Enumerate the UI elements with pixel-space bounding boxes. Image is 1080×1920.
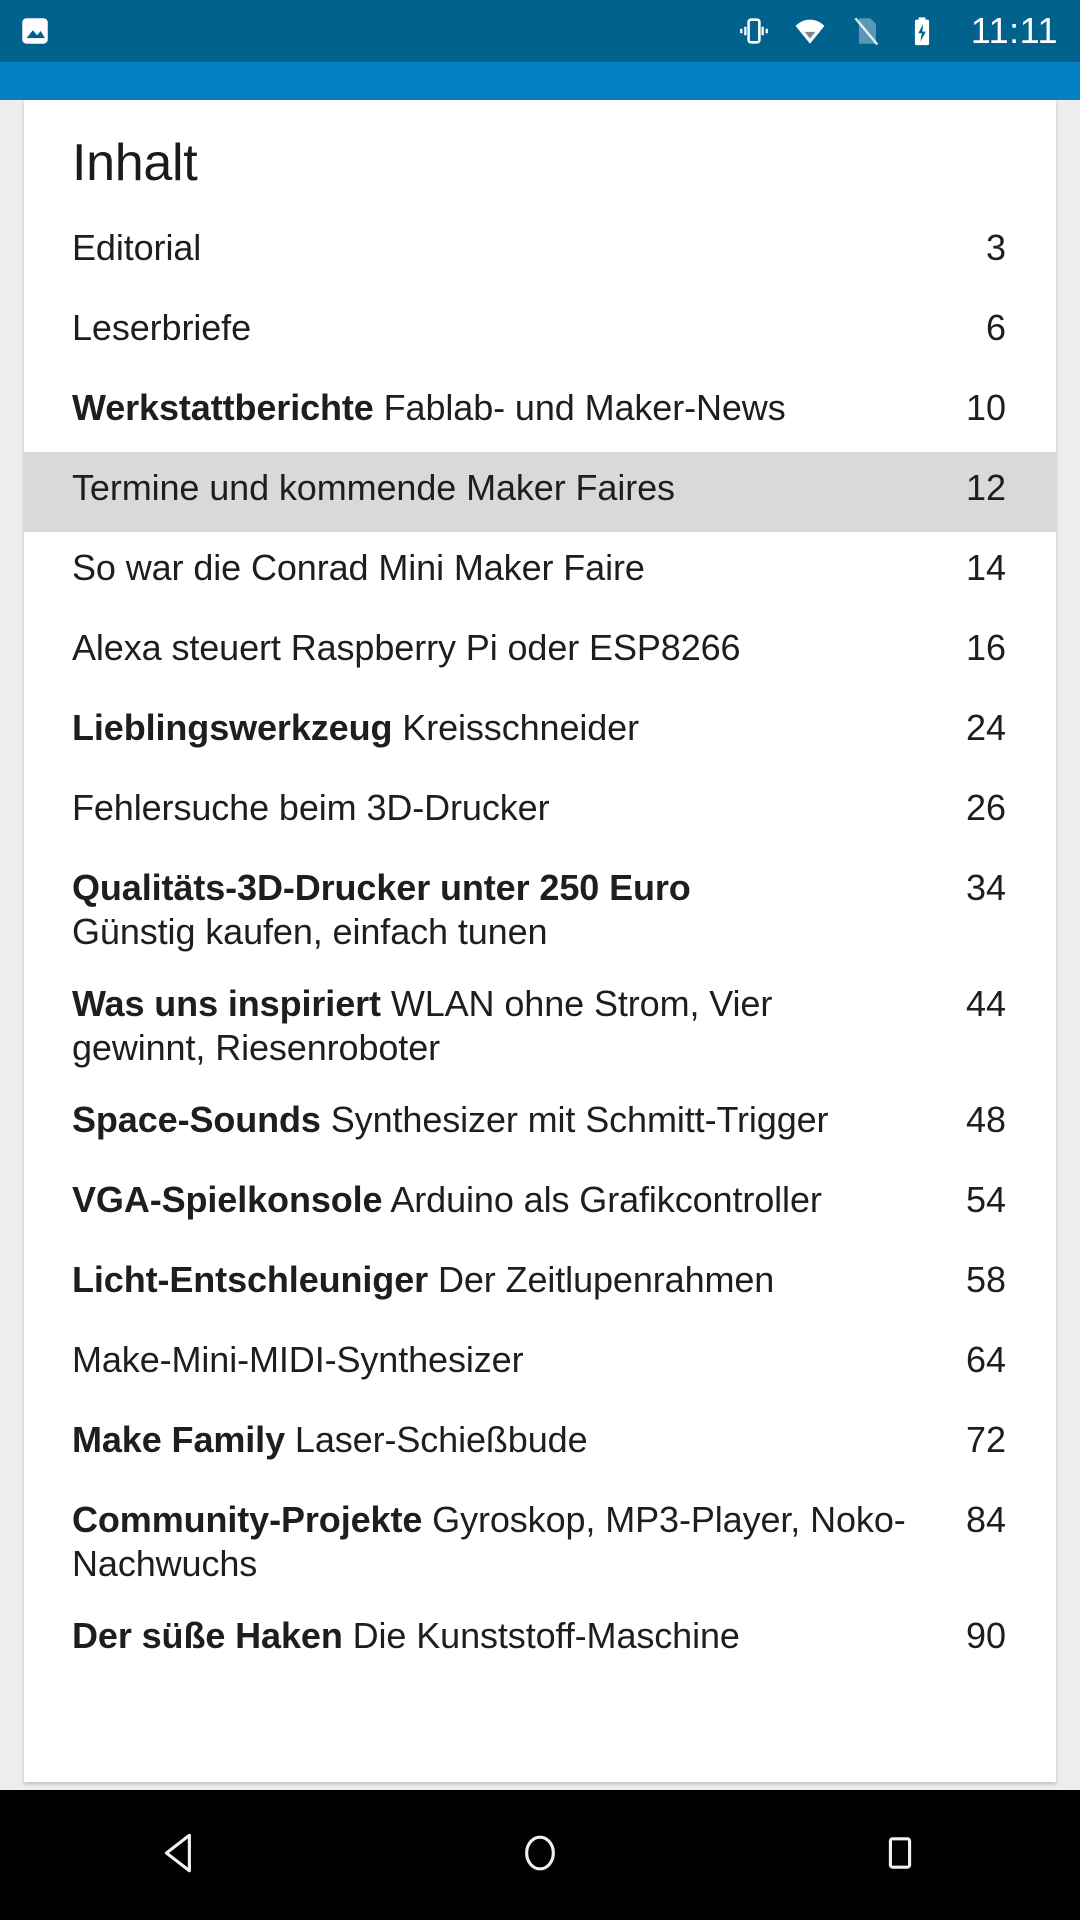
app-toolbar-band	[0, 62, 1080, 100]
toc-row-page-number: 12	[965, 467, 1006, 509]
no-sim-icon	[849, 14, 883, 48]
phone-screen: 11:11 Inhalt Editorial 3 Leserbriefe 6 Werks…	[0, 0, 1080, 1920]
toc-row-title: Editorial	[72, 226, 930, 270]
toc-row[interactable]: Leserbriefe 6	[24, 292, 1056, 372]
status-bar-notifications	[18, 14, 52, 48]
toc-row-section: Der süße Haken	[72, 1614, 343, 1656]
toc-row-title: Community-Projekte Gyroskop, MP3-Player,…	[72, 1498, 930, 1586]
toc-row-page-number: 58	[965, 1259, 1006, 1301]
content-card: Inhalt Editorial 3 Leserbriefe 6 Werkstattbe…	[24, 100, 1056, 1782]
toc-row[interactable]: Editorial 3	[24, 212, 1056, 292]
toc-row-title: Termine und kommende Maker Faires	[72, 466, 930, 510]
toc-row-page-number: 48	[965, 1099, 1006, 1141]
toc-row[interactable]: Alexa steuert Raspberry Pi oder ESP8266 1…	[24, 612, 1056, 692]
toc-row-page-number: 3	[985, 227, 1006, 269]
status-bar-system-icons: 11:11	[737, 13, 1058, 49]
toc-row[interactable]: Licht-Entschleuniger Der Zeitlupenrahmen…	[24, 1244, 1056, 1324]
toc-row-title: VGA-Spielkonsole Arduino als Grafikcontr…	[72, 1178, 930, 1222]
toc-row-page-number: 6	[985, 307, 1006, 349]
toc-row-section: Qualitäts-3D-Drucker unter 250 Euro	[72, 867, 691, 909]
home-circle-icon	[515, 1828, 565, 1883]
toc-row[interactable]: Fehlersuche beim 3D-Drucker 26	[24, 772, 1056, 852]
vibrate-icon	[737, 14, 771, 48]
toc-row-description: Synthesizer mit Schmitt-Trigger	[320, 1099, 829, 1141]
toc-row-page-number: 26	[965, 787, 1006, 829]
toc-row-title: Lieblingswerkzeug Kreisschneider	[72, 706, 930, 750]
recents-square-icon	[875, 1828, 925, 1883]
battery-charging-icon	[905, 14, 939, 48]
toc-row-title: Leserbriefe	[72, 306, 930, 350]
image-icon	[18, 14, 52, 48]
toc-row-page-number: 16	[965, 627, 1006, 669]
toc-row-title: Fehlersuche beim 3D-Drucker	[72, 786, 930, 830]
status-bar-clock: 11:11	[970, 10, 1058, 51]
toc-row-description: Fablab- und Maker-News	[373, 387, 786, 429]
home-button[interactable]	[460, 1790, 620, 1920]
toc-row[interactable]: VGA-Spielkonsole Arduino als Grafikcontr…	[24, 1164, 1056, 1244]
toc-row-page-number: 24	[965, 707, 1006, 749]
toc-row-title: Alexa steuert Raspberry Pi oder ESP8266	[72, 626, 930, 670]
toc-row-description: Leserbriefe	[72, 307, 252, 349]
toc-row-description: Alexa steuert Raspberry Pi oder ESP8266	[72, 627, 741, 669]
toc-row-section: VGA-Spielkonsole	[72, 1179, 383, 1221]
toc-row-description: Kreisschneider	[392, 707, 639, 749]
toc-row-title: Der süße Haken Die Kunststoff-Maschine	[72, 1614, 930, 1658]
back-triangle-icon	[155, 1828, 205, 1883]
wifi-icon	[793, 14, 827, 48]
toc-row-description: Editorial	[72, 227, 202, 269]
toc-row-page-number: 90	[965, 1614, 1006, 1656]
toc-row[interactable]: Space-Sounds Synthesizer mit Schmitt-Tri…	[24, 1084, 1056, 1164]
toc-row-description: Laser-Schießbude	[285, 1419, 588, 1461]
toc-row-description: Der Zeitlupenrahmen	[428, 1259, 775, 1301]
toc-row-page-number: 84	[965, 1499, 1006, 1541]
toc-row-description: Fehlersuche beim 3D-Drucker	[72, 787, 550, 829]
toc-row-description: Die Kunststoff-Maschine	[342, 1614, 740, 1656]
toc-row-title: Licht-Entschleuniger Der Zeitlupenrahmen	[72, 1258, 930, 1302]
toc-row[interactable]: Community-Projekte Gyroskop, MP3-Player,…	[24, 1484, 1056, 1600]
toc-row-description: Make-Mini-MIDI-Synthesizer	[72, 1339, 524, 1381]
toc-row-section: Licht-Entschleuniger	[72, 1259, 429, 1301]
toc-row-page-number: 14	[965, 547, 1006, 589]
toc-row-title: Space-Sounds Synthesizer mit Schmitt-Tri…	[72, 1098, 930, 1142]
toc-row[interactable]: Qualitäts-3D-Drucker unter 250 Euro Günst…	[24, 852, 1056, 968]
toc-row[interactable]: Werkstattberichte Fablab- und Maker-News…	[24, 372, 1056, 452]
toc-row-section: Community-Projekte	[72, 1499, 423, 1541]
recents-button[interactable]	[820, 1790, 980, 1920]
toc-row-section: Lieblingswerkzeug	[72, 707, 393, 749]
toc-row-title: Make Family Laser-Schießbude	[72, 1418, 930, 1462]
toc-row-title: Make-Mini-MIDI-Synthesizer	[72, 1338, 930, 1382]
toc-row[interactable]: Termine und kommende Maker Faires 12	[24, 452, 1056, 533]
toc-row-page-number: 44	[965, 983, 1006, 1025]
toc-row-description: Termine und kommende Maker Faires	[72, 467, 675, 509]
toc-row-description: Arduino als Grafikcontroller	[382, 1179, 822, 1221]
toc-row-title: Werkstattberichte Fablab- und Maker-News	[72, 386, 930, 430]
android-navigation-bar	[0, 1790, 1080, 1920]
toc-row-page-number: 10	[965, 387, 1006, 429]
toc-row-section: Was uns inspiriert	[72, 983, 381, 1025]
toc-row-title: Was uns inspiriert WLAN ohne Strom, Vier…	[72, 982, 930, 1070]
page-title: Inhalt	[72, 134, 198, 192]
toc-row[interactable]: Make Family Laser-Schießbude 72	[24, 1404, 1056, 1484]
toc-row-page-number: 54	[965, 1179, 1006, 1221]
toc-row[interactable]: Was uns inspiriert WLAN ohne Strom, Vier…	[24, 968, 1056, 1084]
status-bar: 11:11	[0, 0, 1080, 62]
toc-row[interactable]: Der süße Haken Die Kunststoff-Maschine 90	[24, 1600, 1056, 1680]
toc-row-page-number: 34	[965, 867, 1006, 909]
toc-row-section: Make Family	[72, 1419, 286, 1461]
toc-row-page-number: 64	[965, 1339, 1006, 1381]
toc-row-page-number: 72	[965, 1419, 1006, 1461]
toc-row-subtitle: Günstig kaufen, einfach tunen	[72, 911, 548, 953]
toc-row[interactable]: Lieblingswerkzeug Kreisschneider 24	[24, 692, 1056, 772]
toc-row[interactable]: So war die Conrad Mini Maker Faire 14	[24, 532, 1056, 612]
toc-row-section: Space-Sounds	[72, 1099, 321, 1141]
toc-row-section: Werkstattberichte	[72, 387, 374, 429]
toc-row-description: So war die Conrad Mini Maker Faire	[72, 547, 645, 589]
toc-row-title: So war die Conrad Mini Maker Faire	[72, 546, 930, 590]
table-of-contents-list[interactable]: Editorial 3 Leserbriefe 6 Werkstattberichte …	[24, 212, 1056, 1679]
toc-row-title: Qualitäts-3D-Drucker unter 250 Euro Günst…	[72, 866, 930, 954]
back-button[interactable]	[100, 1790, 260, 1920]
toc-row[interactable]: Make-Mini-MIDI-Synthesizer 64	[24, 1324, 1056, 1404]
